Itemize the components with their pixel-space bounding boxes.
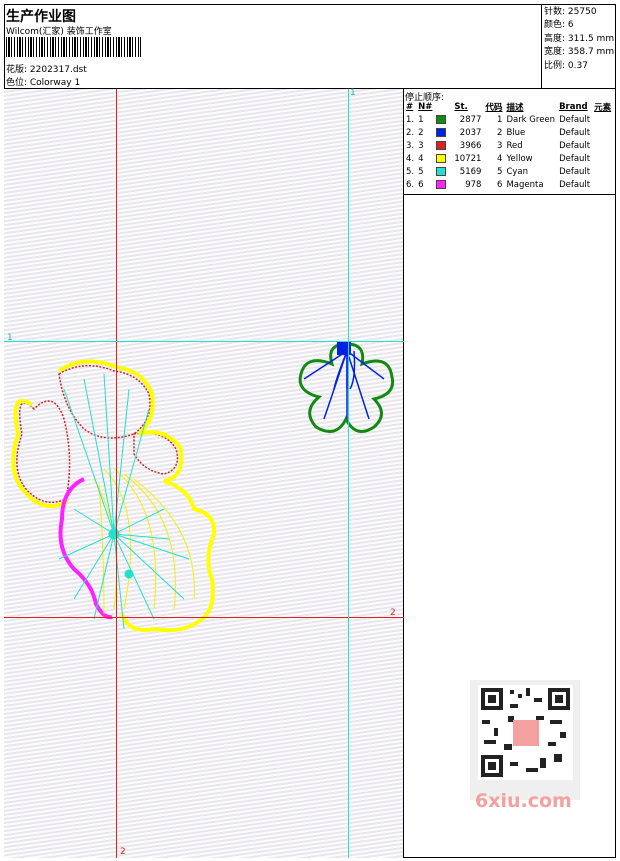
cell-code: 1 (497, 114, 503, 125)
cell-stitches: 2877 (459, 114, 482, 125)
table-row: 4. 4 10721 4 Yellow Default (404, 152, 613, 165)
color-swatch (436, 127, 447, 137)
design-canvas: 1 1 2 2 (4, 88, 404, 858)
cell-index: 4. (406, 153, 415, 164)
col-index: # (406, 101, 414, 112)
embroidery-preview (11, 341, 395, 633)
cell-brand: Default (559, 153, 591, 164)
small-flower (298, 341, 395, 433)
cell-swatch (434, 139, 452, 152)
color-swatch (436, 166, 447, 176)
guide-label-h2: 2 (390, 608, 396, 618)
col-swatch (434, 100, 452, 113)
barcode (6, 37, 141, 57)
stats-panel: 针数: 25750 颜色: 6 高度: 311.5 mm 宽度: 358.7 m… (541, 4, 616, 89)
studio-name: Wilcom(汇家) 装饰工作室 (6, 27, 112, 37)
stat-stitches: 针数: 25750 (544, 7, 597, 17)
cell-code: 5 (497, 166, 503, 177)
col-code: 代码 (485, 102, 503, 113)
cell-stitches: 5169 (459, 166, 482, 177)
table-row: 6. 6 978 6 Magenta Default (404, 178, 613, 191)
guide-label-h1: 1 (7, 333, 13, 343)
cell-number: 6 (418, 179, 424, 190)
cell-index: 1. (406, 114, 415, 125)
cell-code: 6 (497, 179, 503, 190)
stat-height: 高度: 311.5 mm (544, 33, 615, 44)
cell-index: 3. (406, 140, 415, 151)
cell-description: Yellow (506, 153, 533, 164)
cell-swatch (434, 126, 452, 139)
cell-description: Magenta (506, 179, 544, 190)
cell-stitches: 3966 (459, 140, 482, 151)
cell-code: 2 (497, 127, 503, 138)
yellow-outline (11, 359, 217, 633)
cell-brand: Default (559, 140, 591, 151)
cell-swatch (434, 178, 452, 191)
color-swatch (436, 153, 447, 163)
guide-vertical-cyan (348, 89, 349, 858)
qr-code-image (478, 685, 573, 780)
stat-scale: 比例: 0.37 (544, 60, 588, 71)
cell-stitches: 978 (465, 179, 482, 190)
cell-stitches: 2037 (459, 127, 482, 138)
cell-number: 4 (418, 153, 424, 164)
cell-element (592, 139, 613, 152)
colorway: 色位: Colorway 1 (6, 78, 81, 88)
qr-code (470, 680, 580, 800)
cell-brand: Default (559, 114, 591, 125)
guide-label-v1: 1 (350, 88, 356, 98)
table-header-row: # N# St. 代码 描述 Brand 元素 (404, 100, 613, 113)
cell-brand: Default (559, 166, 591, 177)
cell-description: Dark Green (506, 114, 556, 125)
cell-brand: Default (559, 179, 591, 190)
cell-brand: Default (559, 127, 591, 138)
table-row: 2. 2 2037 2 Blue Default (404, 126, 613, 139)
cell-swatch (434, 165, 452, 178)
cell-swatch (434, 113, 452, 126)
cell-stitches: 10721 (454, 153, 482, 164)
cell-number: 3 (418, 140, 424, 151)
cell-element (592, 152, 613, 165)
table-row: 3. 3 3966 3 Red Default (404, 139, 613, 152)
guide-horizontal-cyan (4, 341, 404, 342)
col-description: 描述 (506, 102, 524, 113)
cell-code: 4 (497, 153, 503, 164)
cell-index: 2. (406, 127, 415, 138)
page-title: 生产作业图 (6, 9, 76, 25)
cell-element (592, 126, 613, 139)
cell-swatch (434, 152, 452, 165)
col-number: N# (418, 101, 433, 112)
cell-number: 1 (418, 114, 424, 125)
cell-number: 5 (418, 166, 424, 177)
cell-index: 6. (406, 179, 415, 190)
cell-description: Cyan (506, 166, 528, 177)
guide-vertical-red (116, 89, 117, 858)
color-swatch (436, 140, 447, 150)
cell-description: Blue (506, 127, 526, 138)
stat-width: 宽度: 358.7 mm (544, 47, 615, 58)
cell-element (592, 165, 613, 178)
table-row: 5. 5 5169 5 Cyan Default (404, 165, 613, 178)
cell-code: 3 (497, 140, 503, 151)
guide-horizontal-red (4, 617, 404, 618)
guide-label-v2: 2 (120, 847, 126, 857)
cell-description: Red (506, 140, 523, 151)
col-element: 元素 (594, 102, 612, 113)
cell-element (592, 178, 613, 191)
stat-colors: 颜色: 6 (544, 20, 574, 31)
table-row: 1. 1 2877 1 Dark Green Default (404, 113, 613, 126)
stop-sequence-table: # N# St. 代码 描述 Brand 元素 1. 1 2877 1 Dark… (404, 100, 613, 191)
cell-number: 2 (418, 127, 424, 138)
color-swatch (436, 114, 447, 124)
col-brand: Brand (559, 101, 588, 112)
color-swatch (436, 179, 447, 189)
watermark-text: 6xiu.com (475, 790, 572, 812)
cell-element (592, 113, 613, 126)
col-stitches: St. (454, 101, 468, 112)
design-file: 花版: 2202317.dst (6, 65, 87, 75)
cell-index: 5. (406, 166, 415, 177)
stop-sequence-panel: 停止顺序: # N# St. 代码 描述 Brand 元素 1. 1 2877 … (404, 89, 616, 195)
